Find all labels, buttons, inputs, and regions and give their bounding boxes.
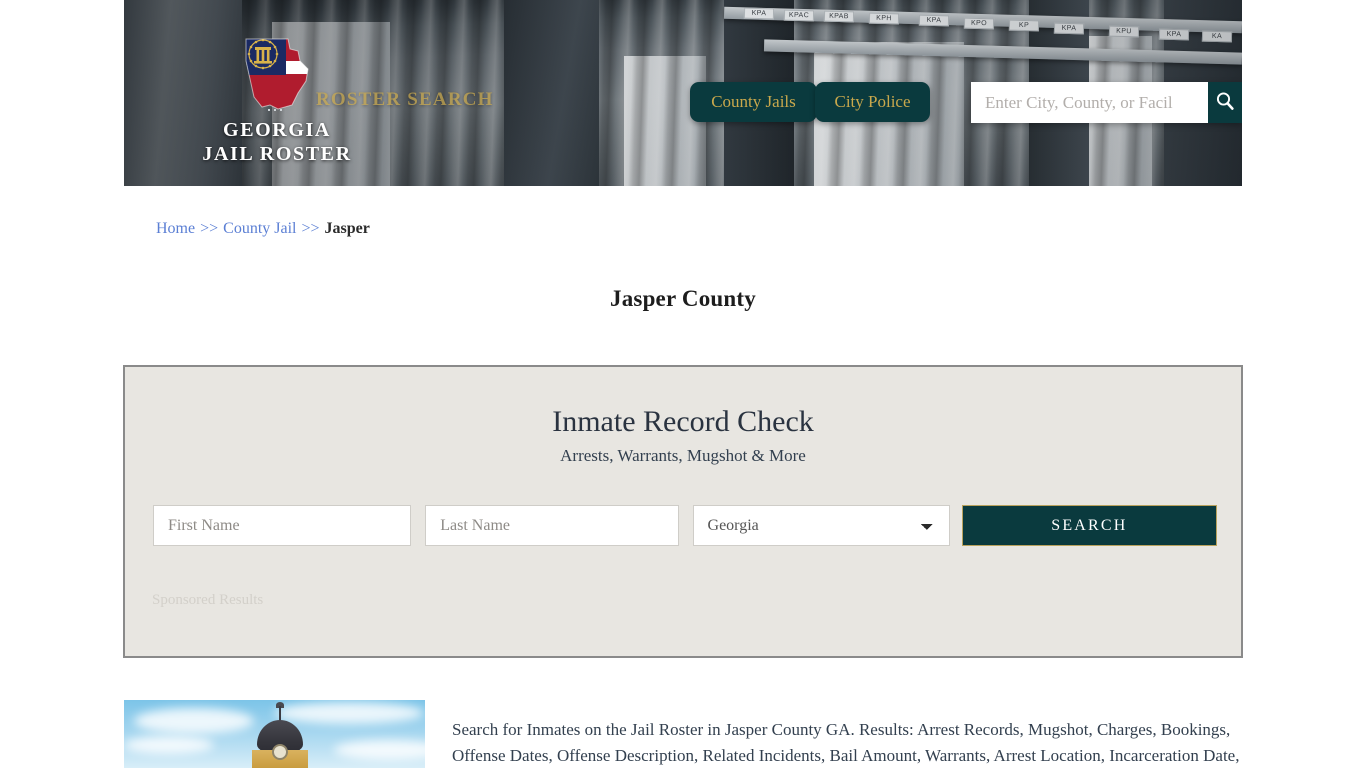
state-select[interactable]: GeorgiaAlabamaFloridaSouth CarolinaTenne…: [692, 505, 950, 546]
site-header-banner: KPA KPAC KPAB KPH KPA KPO KP KPA KPU KPA…: [124, 0, 1242, 186]
nav-county-jails-button[interactable]: County Jails: [690, 82, 817, 122]
header-search-input[interactable]: [971, 82, 1208, 123]
nav-city-police-button[interactable]: City Police: [815, 82, 930, 122]
roster-search-watermark: ROSTER SEARCH: [316, 89, 494, 110]
logo-line-1: GEORGIA: [223, 119, 331, 141]
sponsored-results-label: Sponsored Results: [152, 592, 264, 608]
breadcrumb-link-home[interactable]: Home: [156, 220, 195, 237]
breadcrumb-current: Jasper: [324, 220, 370, 237]
header-search-button[interactable]: [1208, 82, 1242, 123]
card-subtitle: Arrests, Warrants, Mugshot & More: [560, 446, 806, 465]
page-root: KPA KPAC KPAB KPH KPA KPO KP KPA KPU KPA…: [0, 0, 1366, 768]
breadcrumb-link-county-jail[interactable]: County Jail: [223, 220, 296, 237]
breadcrumb-separator: >>: [200, 220, 219, 237]
inmate-search-form: GeorgiaAlabamaFloridaSouth CarolinaTenne…: [153, 505, 1217, 546]
page-description: Search for Inmates on the Jail Roster in…: [452, 720, 1240, 765]
courthouse-thumbnail: [124, 700, 425, 768]
inmate-record-check-card: Inmate Record Check Arrests, Warrants, M…: [123, 365, 1243, 658]
card-title: Inmate Record Check: [552, 405, 814, 438]
first-name-input[interactable]: [153, 505, 412, 546]
inmate-search-button[interactable]: SEARCH: [961, 505, 1217, 546]
georgia-flag-icon: [240, 35, 314, 113]
header-search-group: [971, 82, 1242, 123]
logo-line-2: JAIL ROSTER: [202, 143, 352, 166]
page-title: Jasper County: [610, 286, 756, 312]
breadcrumb: Home >> County Jail >> Jasper: [156, 220, 370, 238]
breadcrumb-separator: >>: [301, 220, 320, 237]
last-name-input[interactable]: [425, 505, 679, 546]
search-icon: [1215, 91, 1235, 114]
